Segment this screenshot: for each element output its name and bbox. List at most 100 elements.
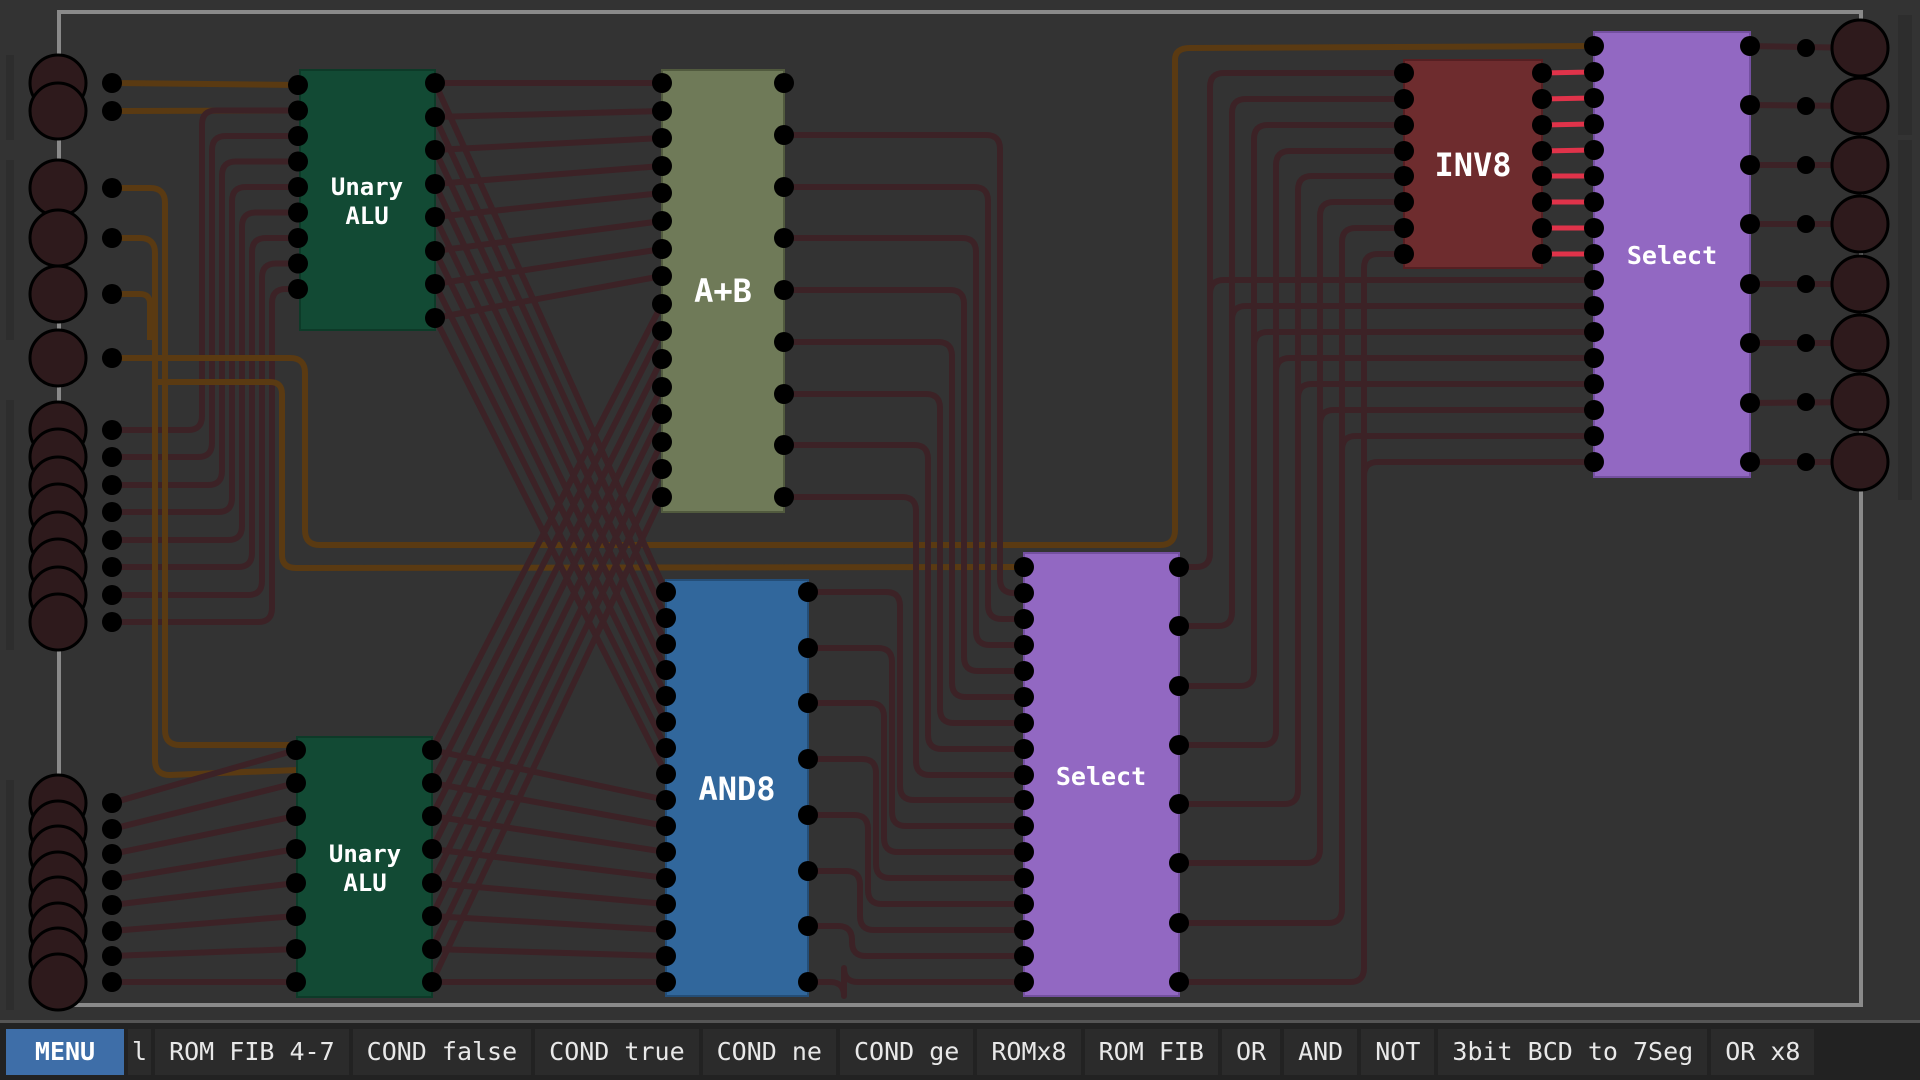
pin-and-in-2[interactable] — [656, 634, 676, 654]
pin-alutop-in-5[interactable] — [288, 202, 308, 223]
pin-and-in-3[interactable] — [656, 660, 676, 680]
pin-selr-in-6[interactable] — [1584, 192, 1604, 212]
pin-and-in-1[interactable] — [656, 608, 676, 628]
toolbar-item-and[interactable]: AND — [1284, 1028, 1358, 1075]
pin-selr-in-16[interactable] — [1584, 452, 1604, 472]
pin-add-out-5[interactable] — [774, 332, 794, 352]
pin-and-in-4[interactable] — [656, 686, 676, 706]
pin-alubot-in-3[interactable] — [286, 839, 306, 859]
pin-add-out-0[interactable] — [774, 73, 794, 93]
pin-selmid-in-15[interactable] — [1014, 946, 1034, 966]
pin-alubot-out-3[interactable] — [422, 839, 442, 859]
pin-in-bot-5[interactable] — [102, 921, 122, 941]
pin-and-out-1[interactable] — [798, 638, 818, 658]
pin-add-in-9[interactable] — [652, 321, 672, 341]
pin-in-bus-4[interactable] — [102, 530, 122, 550]
input-bot-io-7[interactable] — [28, 952, 88, 1012]
pin-in-bus-7[interactable] — [102, 612, 122, 632]
pin-in-mid-1[interactable] — [102, 228, 122, 248]
pin-selr-in-8[interactable] — [1584, 244, 1604, 264]
pin-alutop-out-5[interactable] — [425, 241, 445, 261]
pin-alubot-in-2[interactable] — [286, 806, 306, 826]
pin-add-in-8[interactable] — [652, 294, 672, 314]
pin-alutop-out-1[interactable] — [425, 107, 445, 127]
pin-selr-in-14[interactable] — [1584, 400, 1604, 420]
pin-inv-in-7[interactable] — [1394, 244, 1414, 264]
pin-in-bus-1[interactable] — [102, 447, 122, 467]
pin-and-out-0[interactable] — [798, 582, 818, 602]
pin-and-in-8[interactable] — [656, 790, 676, 810]
pin-alutop-out-6[interactable] — [425, 274, 445, 294]
pin-selmid-in-2[interactable] — [1014, 609, 1034, 629]
pin-selmid-out-5[interactable] — [1169, 853, 1189, 873]
pin-and-in-13[interactable] — [656, 920, 676, 940]
pin-in-bus-5[interactable] — [102, 557, 122, 577]
pin-add-in-14[interactable] — [652, 459, 672, 479]
pin-selmid-out-4[interactable] — [1169, 794, 1189, 814]
pin-add-out-7[interactable] — [774, 435, 794, 455]
pin-alubot-out-7[interactable] — [422, 972, 442, 992]
pin-selr-in-7[interactable] — [1584, 218, 1604, 238]
pin-inv-out-2[interactable] — [1532, 115, 1552, 135]
pin-out-7[interactable] — [1797, 453, 1815, 471]
pin-add-in-13[interactable] — [652, 432, 672, 452]
pin-in-bot-6[interactable] — [102, 946, 122, 966]
pin-selmid-in-8[interactable] — [1014, 765, 1034, 785]
pin-alutop-in-3[interactable] — [288, 151, 308, 172]
toolbar-item-cond-ne[interactable]: COND ne — [702, 1028, 836, 1075]
pin-inv-in-2[interactable] — [1394, 115, 1414, 135]
pin-out-2[interactable] — [1797, 156, 1815, 174]
pin-and-out-4[interactable] — [798, 805, 818, 825]
pin-inv-in-3[interactable] — [1394, 141, 1414, 161]
pin-alubot-in-7[interactable] — [286, 972, 306, 992]
pin-selr-out-0[interactable] — [1740, 36, 1760, 56]
pin-inv-out-0[interactable] — [1532, 63, 1552, 83]
pin-add-in-7[interactable] — [652, 266, 672, 286]
pin-selmid-in-10[interactable] — [1014, 816, 1034, 836]
pin-alubot-in-6[interactable] — [286, 939, 306, 959]
pin-selr-in-11[interactable] — [1584, 322, 1604, 342]
pin-add-in-1[interactable] — [652, 101, 672, 121]
pin-in-bus-3[interactable] — [102, 502, 122, 522]
pin-alubot-in-5[interactable] — [286, 906, 306, 926]
pin-in-bot-2[interactable] — [102, 844, 122, 864]
pin-selmid-out-6[interactable] — [1169, 913, 1189, 933]
pin-inv-out-7[interactable] — [1532, 244, 1552, 264]
pin-out-1[interactable] — [1797, 97, 1815, 115]
toolbar-item-3bit-bcd-to-7seg[interactable]: 3bit BCD to 7Seg — [1438, 1028, 1708, 1075]
pin-add-in-11[interactable] — [652, 377, 672, 397]
output-io-7[interactable] — [1830, 432, 1890, 492]
pin-selmid-out-3[interactable] — [1169, 735, 1189, 755]
menu-button[interactable]: MENU — [6, 1028, 124, 1075]
pin-alutop-out-7[interactable] — [425, 308, 445, 328]
pin-alutop-in-7[interactable] — [288, 253, 308, 274]
pin-alubot-in-0[interactable] — [286, 740, 306, 760]
pin-inv-out-5[interactable] — [1532, 192, 1552, 212]
pin-out-3[interactable] — [1797, 215, 1815, 233]
pin-in-top-0[interactable] — [102, 73, 122, 93]
pin-alubot-in-4[interactable] — [286, 873, 306, 893]
pin-selmid-out-7[interactable] — [1169, 972, 1189, 992]
output-io-3[interactable] — [1830, 194, 1890, 254]
pin-selmid-in-1[interactable] — [1014, 583, 1034, 603]
pin-inv-in-5[interactable] — [1394, 192, 1414, 212]
pin-add-in-12[interactable] — [652, 404, 672, 424]
pin-selmid-out-0[interactable] — [1169, 557, 1189, 577]
pin-out-5[interactable] — [1797, 334, 1815, 352]
pin-selr-out-2[interactable] — [1740, 155, 1760, 175]
pin-and-out-2[interactable] — [798, 693, 818, 713]
pin-and-in-9[interactable] — [656, 816, 676, 836]
pin-alubot-out-6[interactable] — [422, 939, 442, 959]
pin-add-in-10[interactable] — [652, 349, 672, 369]
pin-and-in-7[interactable] — [656, 764, 676, 784]
pin-and-in-10[interactable] — [656, 842, 676, 862]
pin-alutop-in-8[interactable] — [288, 279, 308, 299]
toolbar-item-partial[interactable]: l — [128, 1028, 152, 1075]
pin-alutop-out-0[interactable] — [425, 73, 445, 93]
output-io-4[interactable] — [1830, 254, 1890, 314]
pin-inv-in-0[interactable] — [1394, 63, 1414, 83]
pin-and-in-15[interactable] — [656, 972, 676, 992]
pin-selmid-in-6[interactable] — [1014, 713, 1034, 733]
pin-add-in-3[interactable] — [652, 156, 672, 176]
pin-in-bus-2[interactable] — [102, 475, 122, 495]
